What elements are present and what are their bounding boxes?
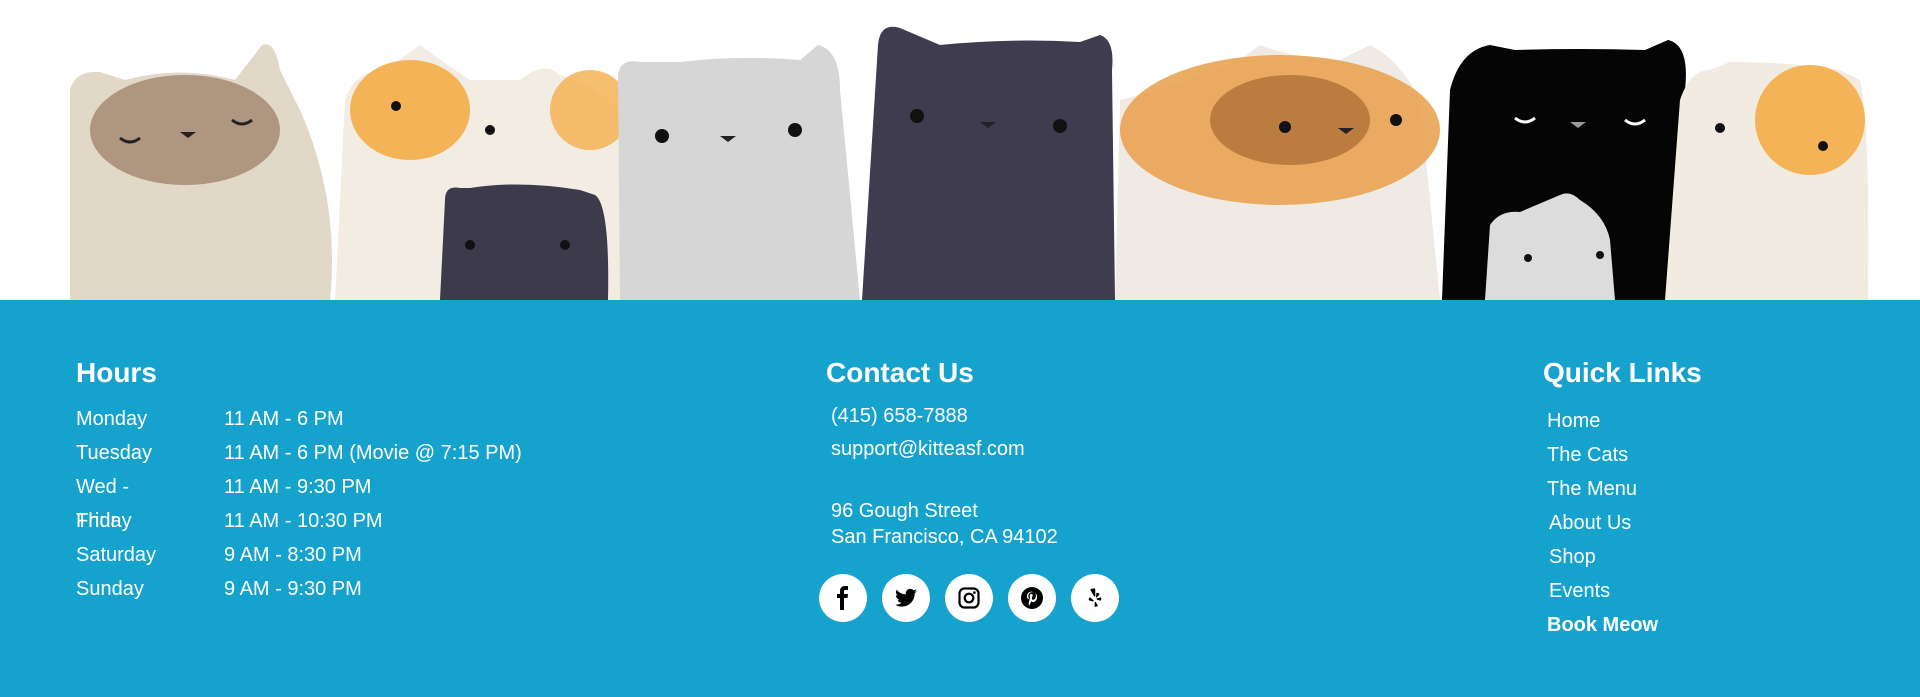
hours-title: Hours (76, 357, 157, 388)
hours-time: 11 AM - 6 PM (Movie @ 7:15 PM) (224, 442, 522, 464)
hours-time: 11 AM - 9:30 PM (224, 476, 372, 498)
site-footer: Hours Monday 11 AM - 6 PM Tuesday 11 AM … (0, 300, 1920, 697)
social-links (819, 574, 1119, 622)
quick-links-list: Home The Cats The Menu About Us Shop Eve… (1543, 404, 1702, 642)
hours-day: Tuesday (76, 442, 152, 464)
cats-banner (0, 0, 1920, 300)
quick-link-the-cats[interactable]: The Cats (1547, 438, 1702, 472)
contact-address: 96 Gough Street San Francisco, CA 94102 (831, 498, 1119, 550)
contact-title: Contact Us (826, 357, 974, 388)
hours-row: Monday 11 AM - 6 PM (76, 402, 344, 436)
dark-kitten (440, 184, 609, 300)
hours-row: Wed - Thur 11 AM - 9:30 PM (76, 470, 371, 532)
quick-links-title: Quick Links (1543, 357, 1702, 388)
orange-cat (1115, 45, 1440, 300)
quick-link-home[interactable]: Home (1547, 404, 1702, 438)
contact-email[interactable]: support@kitteasf.com (831, 433, 1119, 466)
quick-links-section: Quick Links Home The Cats The Menu About… (1543, 356, 1702, 642)
pinterest-icon (1021, 587, 1043, 609)
hours-row: Saturday 9 AM - 8:30 PM (76, 538, 362, 572)
quick-link-the-menu[interactable]: The Menu (1547, 472, 1702, 506)
hours-row: Tuesday 11 AM - 6 PM (Movie @ 7:15 PM) (76, 436, 522, 470)
instagram-icon (958, 587, 980, 609)
quick-link-book-meow[interactable]: Book Meow (1547, 608, 1702, 642)
calico-cat-right (1665, 62, 1869, 300)
pinterest-link[interactable] (1008, 574, 1056, 622)
hours-day: Monday (76, 408, 148, 430)
quick-link-about-us[interactable]: About Us (1549, 506, 1702, 540)
hours-day: Saturday (76, 544, 157, 566)
twitter-icon (895, 588, 917, 607)
instagram-link[interactable] (945, 574, 993, 622)
quick-link-shop[interactable]: Shop (1549, 540, 1702, 574)
hours-section: Hours Monday 11 AM - 6 PM Tuesday 11 AM … (76, 356, 522, 606)
hours-row: Sunday 9 AM - 9:30 PM (76, 572, 362, 606)
contact-phone[interactable]: (415) 658-7888 (831, 400, 1119, 433)
yelp-icon (1088, 588, 1102, 607)
siamese-cat (70, 44, 332, 300)
hours-time: 9 AM - 8:30 PM (224, 544, 362, 566)
hours-time: 11 AM - 6 PM (224, 408, 344, 430)
yelp-link[interactable] (1071, 574, 1119, 622)
address-line-2: San Francisco, CA 94102 (831, 526, 1058, 548)
hours-list: Monday 11 AM - 6 PM Tuesday 11 AM - 6 PM… (76, 402, 522, 606)
hours-row: Friday 11 AM - 10:30 PM (76, 504, 383, 538)
dark-cat (862, 26, 1115, 300)
grey-cat (618, 45, 860, 300)
twitter-link[interactable] (882, 574, 930, 622)
hours-day: Sunday (76, 578, 144, 600)
hours-time: 11 AM - 10:30 PM (224, 510, 383, 532)
cats-illustration (70, 26, 1869, 300)
facebook-icon (837, 586, 848, 610)
hours-day: Friday (76, 510, 132, 532)
facebook-link[interactable] (819, 574, 867, 622)
quick-link-events[interactable]: Events (1549, 574, 1702, 608)
contact-section: Contact Us (415) 658-7888 support@kittea… (819, 356, 1119, 622)
hours-time: 9 AM - 9:30 PM (224, 578, 362, 600)
address-line-1: 96 Gough Street (831, 500, 978, 522)
